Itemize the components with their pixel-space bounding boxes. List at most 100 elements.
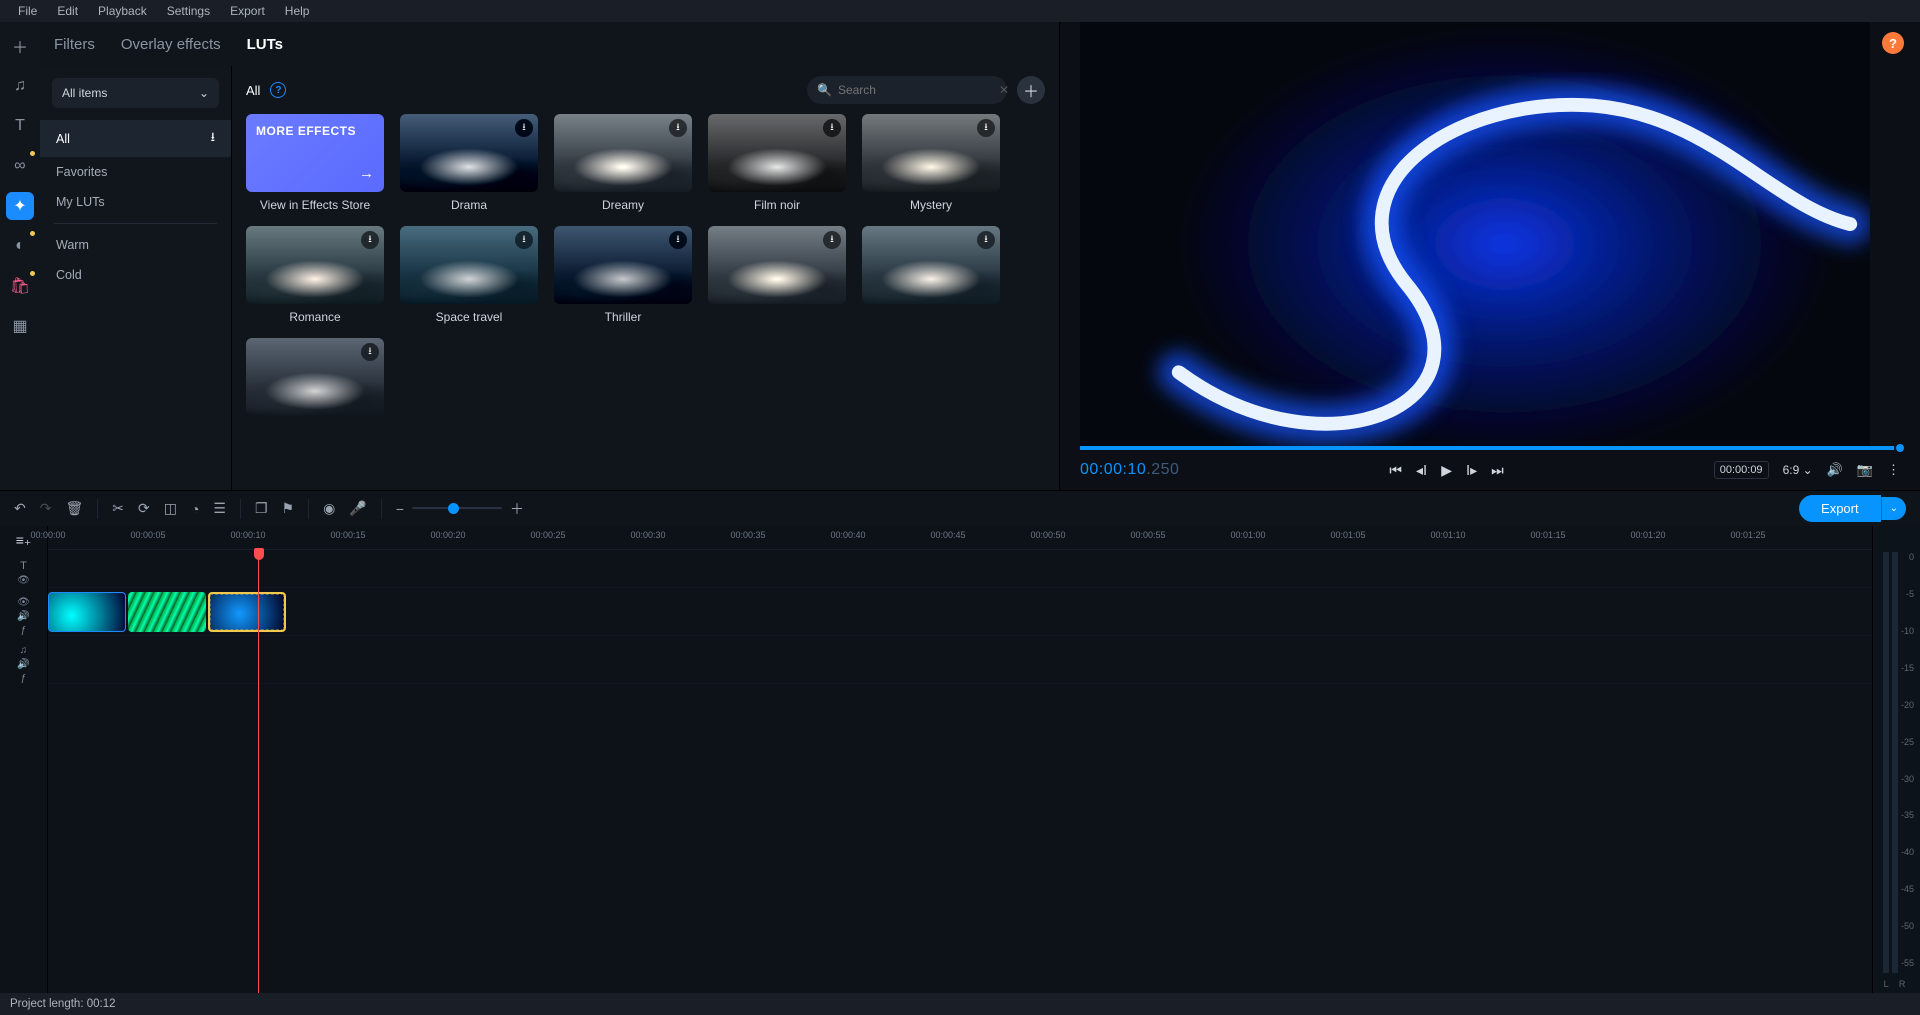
card-more-effects[interactable]: MORE EFFECTS → View in Effects Store (246, 114, 384, 212)
zoom-slider[interactable] (412, 507, 502, 510)
preview-viewport[interactable] (1080, 22, 1870, 446)
add-media-icon[interactable]: ＋ (6, 32, 34, 60)
category-dropdown[interactable]: All items ⌄ (52, 78, 219, 108)
download-icon[interactable]: ⭳ (361, 343, 379, 361)
skip-end-icon[interactable]: ⏭ (1491, 462, 1504, 479)
text-track-header[interactable]: T👁 (0, 554, 47, 592)
video-track[interactable] (48, 588, 1872, 636)
search-input[interactable] (838, 83, 993, 97)
export-button[interactable]: Export (1799, 495, 1881, 522)
snapshot-icon[interactable]: 📷 (1857, 462, 1873, 478)
split-icon[interactable]: ✂ (112, 500, 124, 517)
link-icon[interactable]: ƒ (21, 625, 27, 636)
tab-luts[interactable]: LUTs (247, 36, 283, 53)
card-lut-extra-2[interactable]: ⭳ (862, 226, 1000, 324)
link-icon[interactable]: ƒ (21, 673, 27, 684)
zoom-in-icon[interactable]: ＋ (510, 499, 524, 519)
stickers-icon[interactable]: 🛍 (6, 272, 34, 300)
card-film-noir[interactable]: ⭳Film noir (708, 114, 846, 212)
overlay-icon[interactable]: ❐ (255, 500, 268, 517)
skip-start-icon[interactable]: ⏮ (1389, 462, 1402, 479)
zoom-out-icon[interactable]: − (396, 501, 404, 517)
menu-settings[interactable]: Settings (157, 4, 220, 18)
download-icon[interactable]: ⭳ (515, 119, 533, 137)
crop-icon[interactable]: ◫ (164, 500, 177, 517)
download-icon[interactable]: ⭳ (669, 119, 687, 137)
elements-icon[interactable]: ◐ (6, 232, 34, 260)
clear-search-icon[interactable]: ✕ (999, 83, 1009, 97)
card-lut-extra-1[interactable]: ⭳ (708, 226, 846, 324)
frame-forward-icon[interactable]: Ⅰ▸ (1466, 462, 1477, 479)
download-icon[interactable]: ⭳ (823, 119, 841, 137)
download-icon[interactable]: ⭳ (823, 231, 841, 249)
frame-back-icon[interactable]: ◂Ⅰ (1416, 462, 1427, 479)
category-all[interactable]: All⭳ (40, 120, 231, 157)
time-ruler[interactable]: 00:00:0000:00:0500:00:1000:00:1500:00:20… (48, 526, 1872, 550)
card-thriller[interactable]: ⭳Thriller (554, 226, 692, 324)
help-icon[interactable]: ? (270, 82, 286, 98)
menu-file[interactable]: File (8, 4, 47, 18)
download-icon[interactable]: ⭳ (977, 119, 995, 137)
speed-icon[interactable]: ◔ (191, 501, 199, 517)
menu-playback[interactable]: Playback (88, 4, 157, 18)
card-mystery[interactable]: ⭳Mystery (862, 114, 1000, 212)
play-icon[interactable]: ▶ (1441, 462, 1452, 479)
marker-icon[interactable]: ⚑ (282, 500, 295, 517)
record-audio-icon[interactable]: 🎤 (349, 500, 366, 517)
clip-2[interactable] (128, 592, 206, 632)
more-options-icon[interactable]: ⋮ (1887, 462, 1900, 478)
progress-knob[interactable] (1894, 442, 1906, 454)
preview-progress[interactable] (1080, 446, 1900, 450)
audio-track[interactable] (48, 636, 1872, 684)
category-cold[interactable]: Cold (40, 260, 231, 290)
card-drama[interactable]: ⭳Drama (400, 114, 538, 212)
color-adjust-icon[interactable]: ☰ (213, 500, 226, 517)
tracks-area[interactable] (48, 550, 1872, 993)
search-box[interactable]: 🔍 ✕ (807, 76, 1007, 104)
card-space-travel[interactable]: ⭳Space travel (400, 226, 538, 324)
download-icon[interactable]: ⭳ (361, 231, 379, 249)
volume-icon[interactable]: 🔊 (1827, 462, 1843, 478)
card-dreamy[interactable]: ⭳Dreamy (554, 114, 692, 212)
record-video-icon[interactable]: ◉ (323, 500, 335, 517)
download-icon[interactable]: ⭳ (977, 231, 995, 249)
menu-export[interactable]: Export (220, 4, 275, 18)
card-romance[interactable]: ⭳Romance (246, 226, 384, 324)
titles-icon[interactable]: T (6, 112, 34, 140)
clip-3-selected[interactable] (208, 592, 286, 632)
menu-help[interactable]: Help (275, 4, 320, 18)
aspect-ratio-selector[interactable]: 6:9 ⌄ (1783, 463, 1813, 477)
download-icon[interactable]: ⭳ (669, 231, 687, 249)
eye-icon[interactable]: 👁 (17, 575, 30, 586)
volume-icon[interactable]: 🔊 (17, 659, 29, 670)
download-icon[interactable]: ⭳ (515, 231, 533, 249)
export-dropdown[interactable]: ⌄ (1881, 497, 1906, 520)
transitions-icon[interactable]: ∞ (6, 152, 34, 180)
preview-duration[interactable]: 00:00:09 (1714, 461, 1769, 479)
category-favorites[interactable]: Favorites (40, 157, 231, 187)
volume-icon[interactable]: 🔊 (17, 611, 29, 622)
text-track[interactable] (48, 550, 1872, 588)
category-warm[interactable]: Warm (40, 230, 231, 260)
card-lut-extra-3[interactable]: ⭳ (246, 338, 384, 416)
audio-track-header[interactable]: ♫ 🔊 ƒ (0, 640, 47, 688)
playhead[interactable] (258, 550, 259, 993)
add-lut-button[interactable]: ＋ (1017, 76, 1045, 104)
clip-1[interactable] (48, 592, 126, 632)
redo-icon[interactable]: ↷ (40, 500, 52, 517)
undo-icon[interactable]: ↶ (14, 500, 26, 517)
menu-edit[interactable]: Edit (47, 4, 88, 18)
tab-filters[interactable]: Filters (54, 36, 95, 53)
timeline-main[interactable]: 00:00:0000:00:0500:00:1000:00:1500:00:20… (48, 526, 1872, 993)
more-tools-icon[interactable]: ▦ (6, 312, 34, 340)
help-button[interactable]: ? (1882, 32, 1904, 54)
eye-icon[interactable]: 👁 (17, 597, 30, 608)
video-track-header[interactable]: 👁 🔊 ƒ (0, 592, 47, 640)
category-my-luts[interactable]: My LUTs (40, 187, 231, 217)
delete-icon[interactable]: 🗑 (65, 500, 83, 517)
zoom-thumb[interactable] (448, 503, 459, 514)
audio-icon[interactable]: ♫ (6, 72, 34, 100)
effects-icon[interactable]: ✦ (6, 192, 34, 220)
rotate-icon[interactable]: ⟳ (138, 500, 150, 517)
tab-overlay-effects[interactable]: Overlay effects (121, 36, 221, 53)
